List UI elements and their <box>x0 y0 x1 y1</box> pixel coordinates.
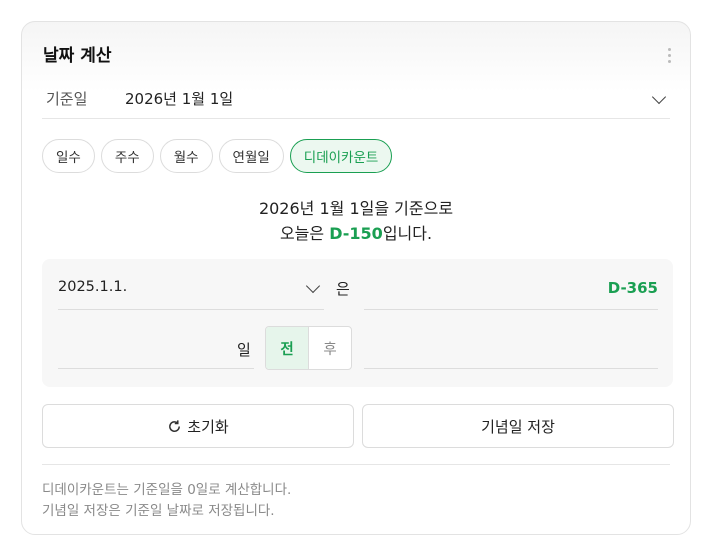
refresh-icon <box>169 419 181 432</box>
after-option[interactable]: 후 <box>309 327 351 369</box>
target-date-value: 2025.1.1. <box>58 279 128 295</box>
chevron-down-icon <box>305 278 321 294</box>
connector-label: 은 <box>336 280 350 298</box>
chevron-down-icon <box>651 89 667 105</box>
target-date-selector[interactable]: 2025.1.1. <box>58 273 324 310</box>
tab-months[interactable]: 월수 <box>159 139 213 173</box>
calc-mode-tabs: 일수 주수 월수 연월일 디데이카운트 <box>42 139 393 173</box>
help-notes: 디데이카운트는 기준일을 0일로 계산합니다. 기념일 저장은 기준일 날짜로 … <box>42 480 291 522</box>
tab-days[interactable]: 일수 <box>42 139 95 173</box>
card-title: 날짜 계산 <box>43 46 112 66</box>
tab-weeks[interactable]: 주수 <box>100 139 154 173</box>
note-line: 기념일 저장은 기준일 날짜로 저장됩니다. <box>42 503 275 519</box>
base-date-selector[interactable]: 기준일 2026년 1월 1일 <box>42 80 670 119</box>
result-line-2: 오늘은 D-150입니다. <box>22 221 690 246</box>
days-input[interactable] <box>58 327 254 369</box>
base-date-label: 기준일 <box>46 90 88 108</box>
result-prefix: 오늘은 <box>279 224 330 243</box>
tab-dday-count[interactable]: 디데이카운트 <box>289 139 393 173</box>
result-line-1: 2026년 1월 1일을 기준으로 <box>258 199 454 218</box>
more-options-icon[interactable] <box>668 48 672 66</box>
note-line: 디데이카운트는 기준일을 0일로 계산합니다. <box>42 482 292 498</box>
result-text: 2026년 1월 1일을 기준으로 오늘은 D-150입니다. <box>22 196 690 246</box>
divider <box>42 464 670 465</box>
tab-ymd[interactable]: 연월일 <box>218 139 284 173</box>
before-option[interactable]: 전 <box>266 327 309 369</box>
base-date-value: 2026년 1월 1일 <box>125 90 234 108</box>
calc-panel: 2025.1.1. 은 D-365 일 전 후 <box>42 259 673 387</box>
dday-output-field: D-365 <box>364 273 658 310</box>
before-after-toggle: 전 후 <box>265 326 352 370</box>
day-unit-label: 일 <box>237 341 251 359</box>
dday-output-value: D-365 <box>607 279 658 297</box>
result-suffix: 입니다. <box>382 224 433 243</box>
save-anniversary-button[interactable]: 기념일 저장 <box>362 404 674 448</box>
date-calculator-card: 날짜 계산 기준일 2026년 1월 1일 일수 주수 월수 연월일 디데이카운… <box>21 21 691 535</box>
reset-button[interactable]: 초기화 <box>42 404 354 448</box>
result-dday: D-150 <box>329 224 383 243</box>
result-date-field <box>364 327 658 369</box>
reset-label: 초기화 <box>187 417 229 436</box>
